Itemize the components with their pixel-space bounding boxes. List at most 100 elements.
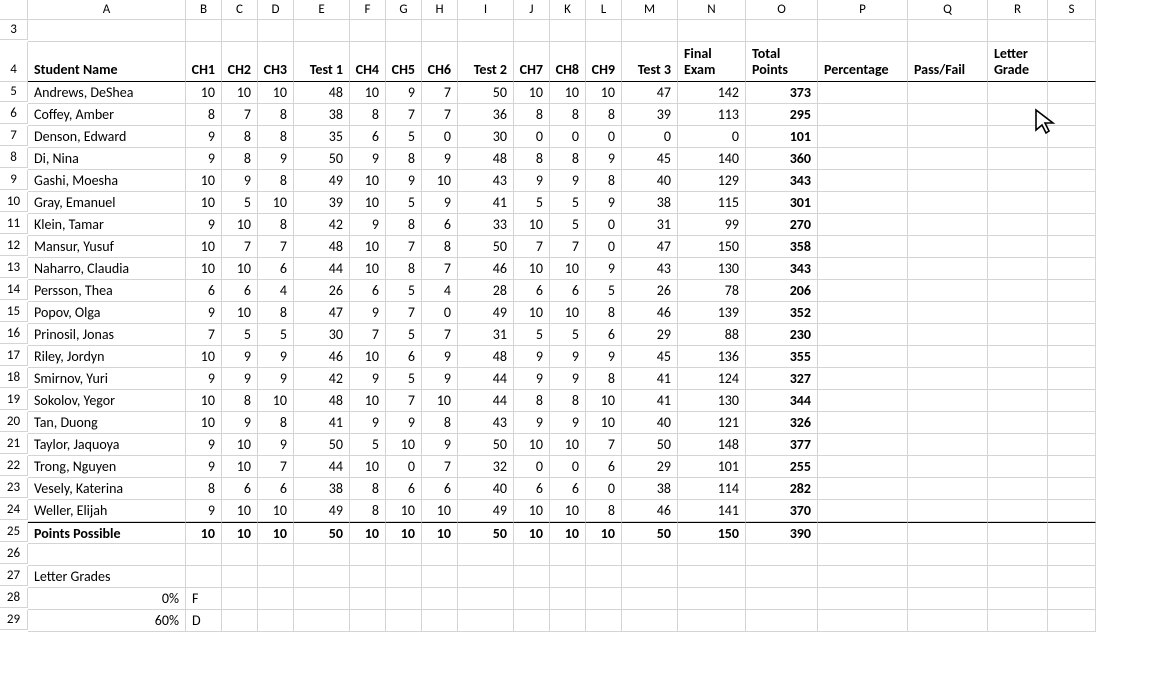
cell-empty[interactable]	[1048, 434, 1096, 456]
data-cell[interactable]: 35	[294, 126, 350, 148]
col-head-F[interactable]: F	[350, 0, 386, 20]
letter-grades-title[interactable]: Letter Grades	[28, 566, 186, 588]
data-cell[interactable]: 42	[294, 368, 350, 390]
data-cell[interactable]: 0	[422, 302, 458, 324]
cell-empty[interactable]	[988, 192, 1048, 214]
data-cell[interactable]: 9	[514, 368, 550, 390]
data-cell[interactable]: 8	[186, 104, 222, 126]
total-points-cell[interactable]: 282	[746, 478, 818, 500]
data-cell[interactable]: 10	[514, 258, 550, 280]
data-cell[interactable]: 44	[458, 368, 514, 390]
points-possible-cell[interactable]: 50	[622, 522, 678, 544]
row-head-20[interactable]: 20	[0, 412, 28, 432]
data-cell[interactable]: 49	[294, 170, 350, 192]
cell-empty[interactable]	[908, 20, 988, 42]
points-possible-cell[interactable]: 10	[186, 522, 222, 544]
data-cell[interactable]: 7	[422, 82, 458, 104]
header-R[interactable]: LetterGrade	[988, 42, 1048, 82]
data-cell[interactable]: 41	[458, 192, 514, 214]
data-cell[interactable]: 33	[458, 214, 514, 236]
cell-empty[interactable]	[908, 302, 988, 324]
data-cell[interactable]: 10	[350, 258, 386, 280]
data-cell[interactable]: 130	[678, 390, 746, 412]
cell-empty[interactable]	[908, 610, 988, 632]
cell-empty[interactable]	[818, 566, 908, 588]
data-cell[interactable]: 9	[386, 82, 422, 104]
cell-empty[interactable]	[1048, 192, 1096, 214]
data-cell[interactable]: 9	[350, 412, 386, 434]
col-head-J[interactable]: J	[514, 0, 550, 20]
data-cell[interactable]: 7	[386, 390, 422, 412]
grade-pct[interactable]: 0%	[28, 588, 186, 610]
header-O[interactable]: TotalPoints	[746, 42, 818, 82]
data-cell[interactable]: 9	[186, 148, 222, 170]
points-possible-cell[interactable]: 50	[294, 522, 350, 544]
data-cell[interactable]: 6	[350, 280, 386, 302]
cell-empty[interactable]	[908, 478, 988, 500]
data-cell[interactable]: 9	[350, 368, 386, 390]
col-head-G[interactable]: G	[386, 0, 422, 20]
grade-pct[interactable]: 60%	[28, 610, 186, 632]
total-points-cell[interactable]: 373	[746, 82, 818, 104]
data-cell[interactable]: 38	[294, 104, 350, 126]
cell-empty[interactable]	[908, 522, 988, 544]
data-cell[interactable]: 7	[422, 456, 458, 478]
points-possible-cell[interactable]: 10	[258, 522, 294, 544]
data-cell[interactable]: 45	[622, 148, 678, 170]
data-cell[interactable]: 10	[222, 82, 258, 104]
data-cell[interactable]: 10	[514, 302, 550, 324]
cell-empty[interactable]	[458, 588, 514, 610]
cell-empty[interactable]	[514, 610, 550, 632]
cell-empty[interactable]	[908, 324, 988, 346]
data-cell[interactable]: 5	[350, 434, 386, 456]
data-cell[interactable]: 6	[550, 478, 586, 500]
cell-empty[interactable]	[988, 346, 1048, 368]
cell-empty[interactable]	[988, 412, 1048, 434]
data-cell[interactable]: 0	[586, 214, 622, 236]
data-cell[interactable]: 9	[186, 214, 222, 236]
total-points-cell[interactable]: 206	[746, 280, 818, 302]
cell-empty[interactable]	[458, 544, 514, 566]
student-name[interactable]: Weller, Elijah	[28, 500, 186, 522]
student-name[interactable]: Klein, Tamar	[28, 214, 186, 236]
row-head-12[interactable]: 12	[0, 236, 28, 256]
col-head-Q[interactable]: Q	[908, 0, 988, 20]
data-cell[interactable]: 8	[550, 104, 586, 126]
cell-empty[interactable]	[818, 82, 908, 104]
data-cell[interactable]: 8	[586, 500, 622, 522]
cell-empty[interactable]	[1048, 368, 1096, 390]
points-possible-cell[interactable]: 10	[550, 522, 586, 544]
header-A[interactable]: Student Name	[28, 42, 186, 82]
data-cell[interactable]: 39	[294, 192, 350, 214]
cell-empty[interactable]	[1048, 302, 1096, 324]
header-G[interactable]: CH5	[386, 42, 422, 82]
cell-empty[interactable]	[908, 82, 988, 104]
data-cell[interactable]: 8	[258, 412, 294, 434]
cell-empty[interactable]	[818, 390, 908, 412]
cell-empty[interactable]	[458, 566, 514, 588]
cell-empty[interactable]	[818, 522, 908, 544]
col-head-C[interactable]: C	[222, 0, 258, 20]
cell-empty[interactable]	[908, 126, 988, 148]
data-cell[interactable]: 0	[586, 126, 622, 148]
data-cell[interactable]: 8	[514, 148, 550, 170]
cell-empty[interactable]	[1048, 478, 1096, 500]
cell-empty[interactable]	[550, 544, 586, 566]
data-cell[interactable]: 10	[258, 192, 294, 214]
data-cell[interactable]: 5	[386, 126, 422, 148]
cell-empty[interactable]	[818, 368, 908, 390]
data-cell[interactable]: 10	[258, 500, 294, 522]
data-cell[interactable]: 4	[258, 280, 294, 302]
cell-empty[interactable]	[908, 258, 988, 280]
cell-empty[interactable]	[350, 588, 386, 610]
row-head-25[interactable]: 25	[0, 522, 28, 542]
cell-empty[interactable]	[350, 20, 386, 42]
row-head-9[interactable]: 9	[0, 170, 28, 190]
data-cell[interactable]: 9	[422, 434, 458, 456]
data-cell[interactable]: 10	[550, 302, 586, 324]
data-cell[interactable]: 8	[422, 236, 458, 258]
row-head-10[interactable]: 10	[0, 192, 28, 212]
student-name[interactable]: Riley, Jordyn	[28, 346, 186, 368]
row-head-29[interactable]: 29	[0, 610, 28, 630]
header-N[interactable]: FinalExam	[678, 42, 746, 82]
